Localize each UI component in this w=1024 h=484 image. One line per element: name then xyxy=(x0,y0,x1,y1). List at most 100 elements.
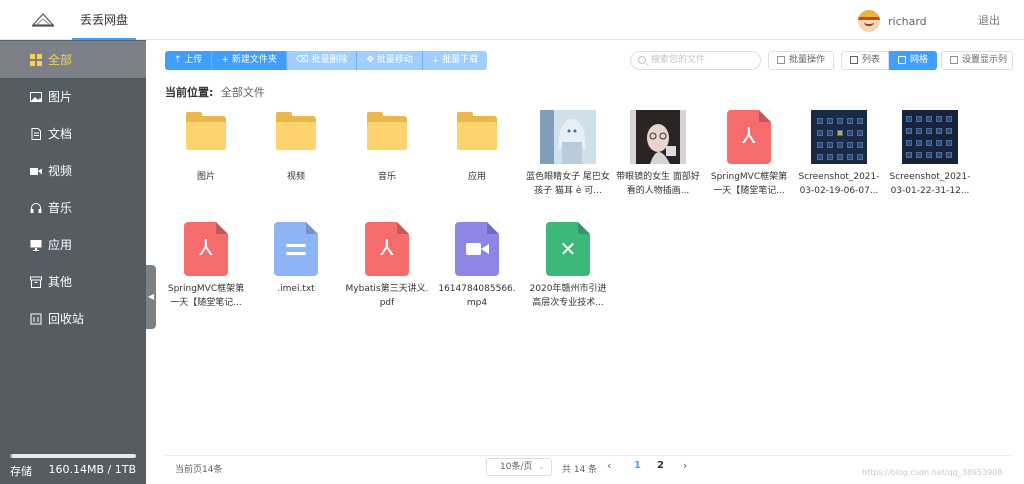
page-number-1[interactable]: 1 xyxy=(634,460,641,471)
file-item-text[interactable]: .imei.txt xyxy=(254,222,338,310)
breadcrumb: 当前位置: 全部文件 xyxy=(165,84,265,100)
file-name: Screenshot_2021-03-01-22-31-12... xyxy=(889,172,971,196)
current-page-info: 当前页14条 xyxy=(175,465,223,475)
batch-delete-label: 批量删除 xyxy=(311,55,348,65)
storage-bar-fill xyxy=(10,454,12,458)
sidebar-item-apps[interactable]: 应用 xyxy=(0,226,146,263)
sidebar-item-music[interactable]: 音乐 xyxy=(0,189,146,226)
upload-button[interactable]: ⇡ 上传 xyxy=(165,51,213,70)
folder-icon xyxy=(178,110,234,164)
grid-icon xyxy=(30,53,42,66)
file-name: 2020年赣州市引进高层次专业技术... xyxy=(529,284,607,308)
search-icon xyxy=(638,56,646,64)
sidebar-item-label: 图片 xyxy=(48,90,73,104)
new-folder-button[interactable]: + 新建文件夹 xyxy=(212,51,287,70)
upload-label: 上传 xyxy=(184,55,203,65)
sidebar-item-label: 回收站 xyxy=(48,312,85,326)
sidebar-item-images[interactable]: 图片 xyxy=(0,78,146,115)
search-input[interactable]: 搜索您的文件 xyxy=(630,51,761,70)
batch-download-label: 批量下载 xyxy=(442,55,479,65)
file-item-pdf[interactable]: ⅄ SpringMVC框架第一天【随堂笔记... xyxy=(707,110,791,198)
edit-icon xyxy=(777,56,785,64)
file-item-folder[interactable]: 图片 xyxy=(164,110,248,198)
batch-operation-button[interactable]: 批量操作 xyxy=(768,51,834,70)
folder-icon xyxy=(359,110,415,164)
sidebar-item-all[interactable]: 全部 xyxy=(0,41,146,78)
grid-icon xyxy=(898,56,907,64)
batch-move-button[interactable]: ✥ 批量移动 xyxy=(357,51,423,70)
file-item-video[interactable]: 1614784085566.mp4 xyxy=(435,222,519,310)
file-name: 视频 xyxy=(286,172,305,182)
sidebar-item-recycle-bin[interactable]: 回收站 xyxy=(0,300,146,337)
sidebar-item-label: 视频 xyxy=(48,164,73,178)
sidebar-item-documents[interactable]: 文档 xyxy=(0,115,146,152)
file-item-excel[interactable]: ✕ 2020年赣州市引进高层次专业技术... xyxy=(526,222,610,310)
sidebar-item-other[interactable]: 其他 xyxy=(0,263,146,300)
next-page-button[interactable]: › xyxy=(683,459,687,472)
page-size-select[interactable]: 10条/页 ⌄ xyxy=(486,458,552,476)
storage-label: 存储 xyxy=(10,465,32,478)
page-number-2[interactable]: 2 xyxy=(657,460,664,471)
username: richard xyxy=(888,14,927,28)
screenshot-thumbnail xyxy=(811,110,867,164)
batch-delete-button[interactable]: ⌫ 批量删除 xyxy=(286,51,358,70)
file-name: Mybatis第三天讲义.pdf xyxy=(345,284,429,308)
view-mode-toggle: 列表 网格 xyxy=(841,51,938,70)
text-file-icon xyxy=(268,222,324,276)
app-name-tab[interactable]: 丢丢网盘 xyxy=(72,0,136,40)
sidebar-collapse-handle[interactable]: ◀ xyxy=(146,265,156,329)
file-item-folder[interactable]: 应用 xyxy=(435,110,519,198)
folder-icon xyxy=(268,110,324,164)
sidebar-item-label: 其他 xyxy=(48,275,73,289)
batch-operation-label: 批量操作 xyxy=(789,55,826,65)
monitor-icon xyxy=(30,239,42,251)
girl-with-glasses-thumbnail xyxy=(630,110,686,164)
footer-divider xyxy=(165,455,1013,456)
batch-move-label: 批量移动 xyxy=(376,55,413,65)
sidebar-item-label: 应用 xyxy=(48,238,73,252)
display-columns-button[interactable]: 设置显示列 xyxy=(941,51,1013,70)
file-item-pdf[interactable]: ⅄ SpringMVC框架第一天【随堂笔记... xyxy=(164,222,248,310)
file-item-pdf[interactable]: ⅄ Mybatis第三天讲义.pdf xyxy=(345,222,429,310)
file-item-image[interactable]: 带眼镜的女生 面部好看的人物插画... xyxy=(616,110,700,198)
file-item-image[interactable]: 蓝色眼睛女子 尾巴女孩子 猫耳 è 可... xyxy=(526,110,610,198)
sidebar: 全部 图片 文档 视频 音乐 应用 其他 回收站 存储 160.14MB / 1… xyxy=(0,40,146,484)
file-name: SpringMVC框架第一天【随堂笔记... xyxy=(710,172,788,196)
avatar xyxy=(858,10,880,32)
file-name: 应用 xyxy=(467,172,486,182)
user-menu[interactable]: richard xyxy=(858,10,927,32)
file-item-image[interactable]: Screenshot_2021-03-02-19-06-07... xyxy=(797,110,881,198)
file-item-folder[interactable]: 音乐 xyxy=(345,110,429,198)
file-action-buttons: ⇡ 上传 + 新建文件夹 ⌫ 批量删除 ✥ 批量移动 ⇣ 批量下载 xyxy=(165,51,488,70)
location-value[interactable]: 全部文件 xyxy=(221,86,265,99)
list-view-button[interactable]: 列表 xyxy=(841,51,890,70)
total-count: 共 14 条 xyxy=(562,465,598,475)
video-file-icon xyxy=(449,222,505,276)
chevron-left-icon: ◀ xyxy=(148,292,155,301)
folder-icon xyxy=(449,110,505,164)
video-icon xyxy=(30,165,42,177)
top-header: 丢丢网盘 richard 退出 xyxy=(0,0,1024,40)
file-item-image[interactable]: Screenshot_2021-03-01-22-31-12... xyxy=(888,110,972,198)
file-name: 音乐 xyxy=(377,172,396,182)
image-thumbnail xyxy=(630,110,686,164)
file-item-folder[interactable]: 视频 xyxy=(254,110,338,198)
upload-icon: ⇡ xyxy=(174,55,185,65)
grid-view-button[interactable]: 网格 xyxy=(889,51,938,70)
logout-button[interactable]: 退出 xyxy=(978,12,1000,28)
pdf-icon: ⅄ xyxy=(721,110,777,164)
move-icon: ✥ xyxy=(366,55,377,65)
sidebar-item-label: 音乐 xyxy=(48,201,73,215)
location-label: 当前位置: xyxy=(165,86,214,99)
image-icon xyxy=(30,91,42,103)
chevron-right-icon: › xyxy=(683,459,688,472)
delete-icon: ⌫ xyxy=(295,55,312,65)
trash-icon xyxy=(30,313,42,325)
plus-icon: + xyxy=(221,55,232,65)
file-name: .imei.txt xyxy=(277,284,315,294)
prev-page-button[interactable]: ‹ xyxy=(607,459,611,472)
search-placeholder: 搜索您的文件 xyxy=(651,55,706,65)
sidebar-item-label: 文档 xyxy=(48,127,73,141)
sidebar-item-videos[interactable]: 视频 xyxy=(0,152,146,189)
batch-download-button[interactable]: ⇣ 批量下载 xyxy=(422,51,488,70)
